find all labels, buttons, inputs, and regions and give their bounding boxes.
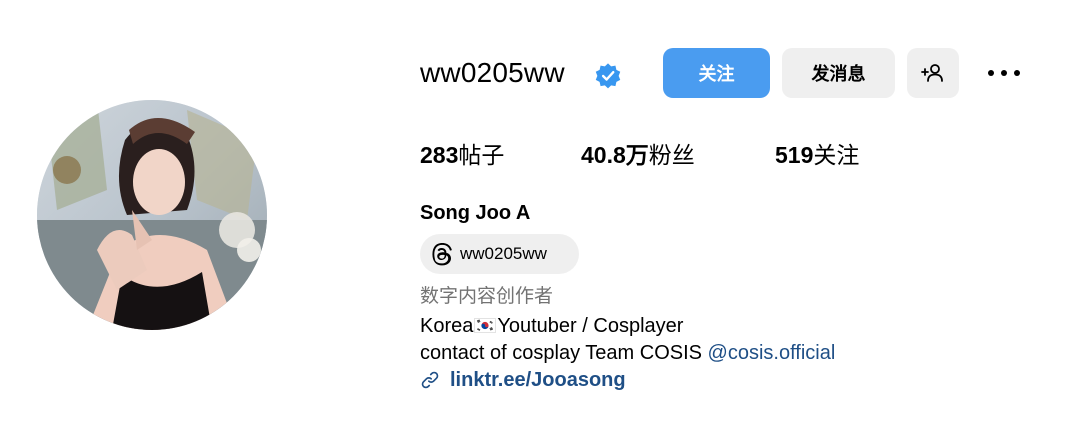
- message-button[interactable]: 发消息: [782, 48, 895, 98]
- bio-line-1-prefix: Korea: [420, 315, 474, 337]
- external-link[interactable]: linktr.ee/Jooasong: [420, 366, 626, 394]
- mention-link[interactable]: @cosis.official: [708, 342, 836, 364]
- posts-count: 283帖子: [420, 138, 504, 172]
- external-link-text: linktr.ee/Jooasong: [450, 368, 626, 391]
- link-icon: [421, 371, 439, 389]
- south-korea-flag-icon: [474, 318, 497, 333]
- profile-avatar[interactable]: [37, 100, 267, 330]
- followers-count[interactable]: 40.8万粉丝: [581, 138, 695, 172]
- following-count-value: 519: [775, 142, 814, 168]
- add-user-icon: [921, 64, 943, 82]
- threads-icon: [432, 242, 452, 266]
- threads-handle: ww0205ww: [460, 244, 547, 263]
- profile-header: ww0205ww 关注 发消息: [420, 48, 1060, 98]
- following-count[interactable]: 519关注: [775, 138, 859, 172]
- username: ww0205ww: [420, 57, 565, 88]
- more-options-button[interactable]: [986, 60, 1022, 86]
- profile-stats: 283帖子 40.8万粉丝 519关注: [420, 138, 1060, 172]
- posts-count-label: 帖子: [458, 142, 505, 168]
- follow-button[interactable]: 关注: [663, 48, 770, 98]
- verified-badge-icon: [595, 63, 621, 89]
- posts-count-value: 283: [420, 142, 459, 168]
- bio-line-2: contact of cosplay Team COSIS @cosis.off…: [420, 339, 835, 367]
- threads-badge[interactable]: ww0205ww: [420, 234, 579, 274]
- more-horizontal-icon: [988, 70, 1020, 76]
- followers-count-label: 粉丝: [648, 142, 695, 168]
- bio-line-1: Korea Youtuber / Cosplayer: [420, 312, 683, 340]
- full-name: Song Joo A: [420, 202, 531, 224]
- followers-count-value: 40.8万: [581, 142, 649, 168]
- following-count-label: 关注: [813, 142, 860, 168]
- profile-category: 数字内容创作者: [420, 286, 554, 307]
- profile-info: ww0205ww 关注 发消息 283帖子 40.8万粉丝 519关注 Song…: [420, 0, 1060, 440]
- bio-line-2-text: contact of cosplay Team COSIS: [420, 342, 708, 364]
- suggest-users-button[interactable]: [907, 48, 959, 98]
- bio-line-1-suffix: Youtuber / Cosplayer: [497, 315, 684, 337]
